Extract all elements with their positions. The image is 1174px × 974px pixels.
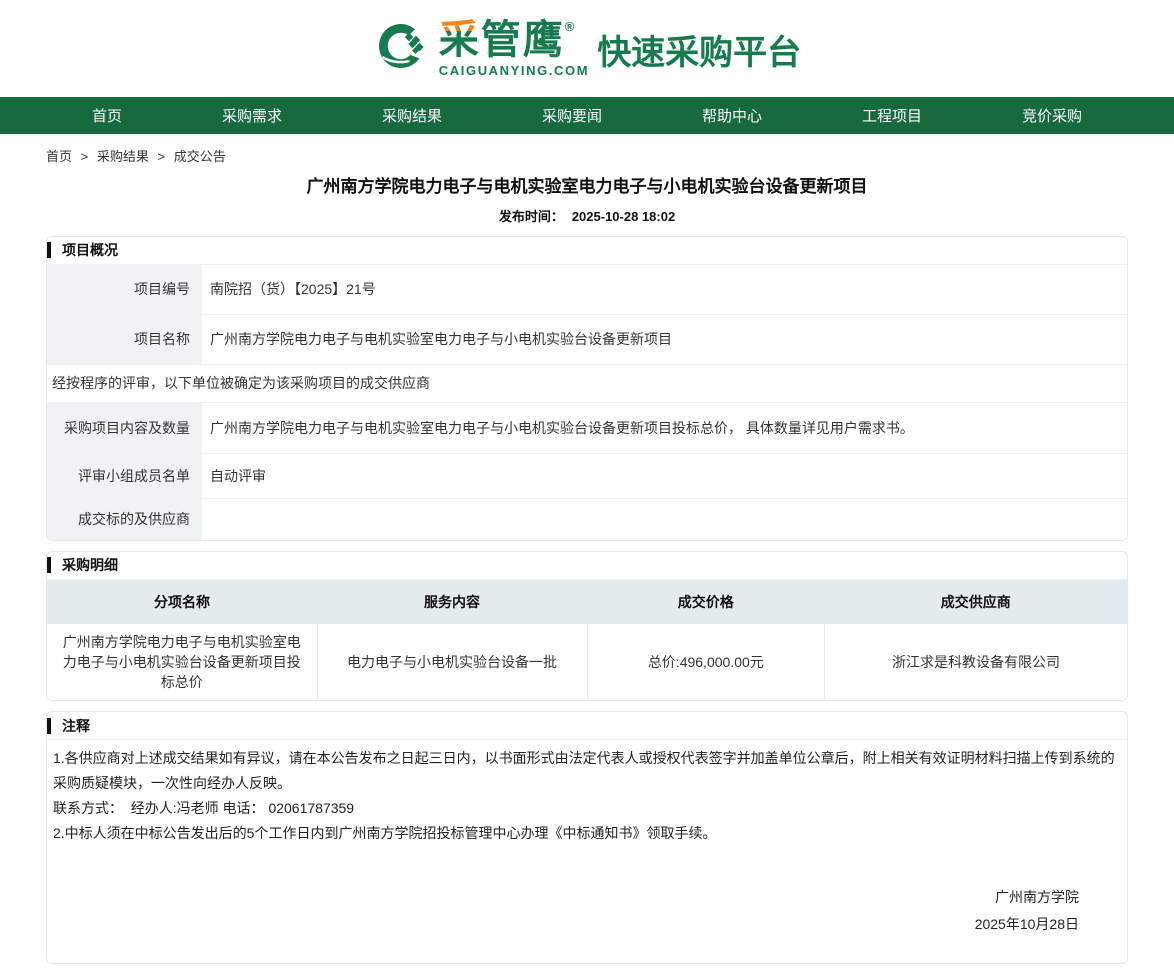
column-header-award-supplier: 成交供应商: [825, 580, 1127, 624]
section-notes: 注释 1.各供应商对上述成交结果如有异议，请在本公告发布之日起三日内，以书面形式…: [46, 711, 1128, 964]
nav-item-procurement-news[interactable]: 采购要闻: [542, 105, 602, 126]
award-statement-row: 经按程序的评审，以下单位被确定为该采购项目的成交供应商: [47, 365, 1127, 403]
publish-time-value: 2025-10-28 18:02: [572, 209, 675, 224]
table-row-awarded-supplier: 成交标的及供应商: [47, 499, 1127, 540]
main-content: 首页 > 采购结果 > 成交公告 广州南方学院电力电子与电机实验室电力电子与小电…: [46, 134, 1128, 964]
breadcrumb: 首页 > 采购结果 > 成交公告: [46, 134, 1128, 169]
signature-name: 广州南方学院: [53, 884, 1079, 911]
row-value: [202, 499, 1127, 540]
detail-table-header-row: 分项名称 服务内容 成交价格 成交供应商: [47, 580, 1127, 624]
table-row-review-panel: 评审小组成员名单 自动评审: [47, 454, 1127, 499]
note-line-award-notice: 2.中标人须在中标公告发出后的5个工作日内到广州南方学院招投标管理中心办理《中标…: [53, 821, 1117, 846]
signature-date: 2025年10月28日: [53, 911, 1079, 938]
brand-name: 采管鹰®: [439, 20, 577, 60]
section-title: 注释: [62, 716, 90, 736]
breadcrumb-separator: >: [81, 149, 89, 164]
breadcrumb-results-link[interactable]: 采购结果: [97, 149, 149, 164]
cell-award-price: 总价:496,000.00元: [587, 624, 825, 701]
section-header: 注释: [47, 712, 1127, 740]
signature-block: 广州南方学院 2025年10月28日: [53, 846, 1117, 949]
row-value: 广州南方学院电力电子与电机实验室电力电子与小电机实验台设备更新项目投标总价， 具…: [202, 403, 1127, 453]
publish-time-label: 发布时间：: [499, 209, 564, 224]
brand-name-accent-char: 采: [439, 18, 481, 62]
breadcrumb-home-link[interactable]: 首页: [46, 149, 72, 164]
page-title: 广州南方学院电力电子与电机实验室电力电子与小电机实验台设备更新项目: [46, 175, 1128, 199]
table-row-content-quantity: 采购项目内容及数量 广州南方学院电力电子与电机实验室电力电子与小电机实验台设备更…: [47, 403, 1127, 454]
row-label: 评审小组成员名单: [47, 454, 202, 498]
row-label: 成交标的及供应商: [47, 499, 202, 540]
breadcrumb-separator: >: [158, 149, 166, 164]
table-row-project-name: 项目名称 广州南方学院电力电子与电机实验室电力电子与小电机实验台设备更新项目: [47, 315, 1127, 365]
brand-tagline: 快速采购平台: [597, 23, 801, 74]
cell-item-name: 广州南方学院电力电子与电机实验室电力电子与小电机实验台设备更新项目投标总价: [47, 624, 317, 701]
section-procurement-detail: 采购明细 分项名称 服务内容 成交价格 成交供应商 广州南方学院电力电子与电机实…: [46, 551, 1128, 702]
detail-table-row: 广州南方学院电力电子与电机实验室电力电子与小电机实验台设备更新项目投标总价 电力…: [47, 624, 1127, 701]
section-title: 采购明细: [62, 555, 118, 575]
section-marker-bar: [47, 557, 51, 573]
section-title: 项目概况: [62, 240, 118, 260]
cell-award-supplier: 浙江求是科教设备有限公司: [825, 624, 1127, 701]
note-line-contact: 联系方式： 经办人:冯老师 电话： 02061787359: [53, 796, 1117, 821]
row-label: 项目名称: [47, 315, 202, 364]
brand-domain: CAIGUANYING.COM: [439, 63, 589, 78]
section-header: 项目概况: [47, 237, 1127, 265]
section-marker-bar: [47, 242, 51, 258]
column-header-item-name: 分项名称: [47, 580, 317, 624]
eagle-swirl-logo-icon: [373, 18, 429, 79]
row-value: 自动评审: [202, 454, 1127, 498]
publish-time-line: 发布时间： 2025-10-28 18:02: [46, 206, 1128, 225]
nav-item-engineering-projects[interactable]: 工程项目: [862, 105, 922, 126]
row-label: 采购项目内容及数量: [47, 403, 202, 453]
nav-item-procurement-results[interactable]: 采购结果: [382, 105, 442, 126]
detail-table: 分项名称 服务内容 成交价格 成交供应商 广州南方学院电力电子与电机实验室电力电…: [47, 580, 1127, 701]
row-value: 广州南方学院电力电子与电机实验室电力电子与小电机实验台设备更新项目: [202, 315, 1127, 364]
section-header: 采购明细: [47, 552, 1127, 580]
section-project-overview: 项目概况 项目编号 南院招（货）【2025】21号 项目名称 广州南方学院电力电…: [46, 236, 1128, 541]
breadcrumb-current: 成交公告: [174, 149, 226, 164]
note-line-objection: 1.各供应商对上述成交结果如有异议，请在本公告发布之日起三日内，以书面形式由法定…: [53, 746, 1117, 796]
column-header-award-price: 成交价格: [587, 580, 825, 624]
cell-service-content: 电力电子与小电机实验台设备一批: [317, 624, 587, 701]
notes-body: 1.各供应商对上述成交结果如有异议，请在本公告发布之日起三日内，以书面形式由法定…: [47, 740, 1127, 963]
section-marker-bar: [47, 718, 51, 734]
brand-logo[interactable]: 采管鹰® CAIGUANYING.COM 快速采购平台: [373, 18, 801, 79]
brand-name-rest: 管鹰: [481, 18, 565, 62]
nav-item-help-center[interactable]: 帮助中心: [702, 105, 762, 126]
page-header: 采管鹰® CAIGUANYING.COM 快速采购平台: [0, 0, 1174, 97]
table-row-project-number: 项目编号 南院招（货）【2025】21号: [47, 265, 1127, 315]
main-nav: 首页 采购需求 采购结果 采购要闻 帮助中心 工程项目 竞价采购: [0, 97, 1174, 134]
registered-mark: ®: [565, 19, 577, 34]
nav-item-bidding-procurement[interactable]: 竞价采购: [1022, 105, 1082, 126]
column-header-service-content: 服务内容: [317, 580, 587, 624]
row-label: 项目编号: [47, 265, 202, 314]
nav-item-home[interactable]: 首页: [92, 105, 122, 126]
nav-item-procurement-demand[interactable]: 采购需求: [222, 105, 282, 126]
row-value: 南院招（货）【2025】21号: [202, 265, 1127, 314]
